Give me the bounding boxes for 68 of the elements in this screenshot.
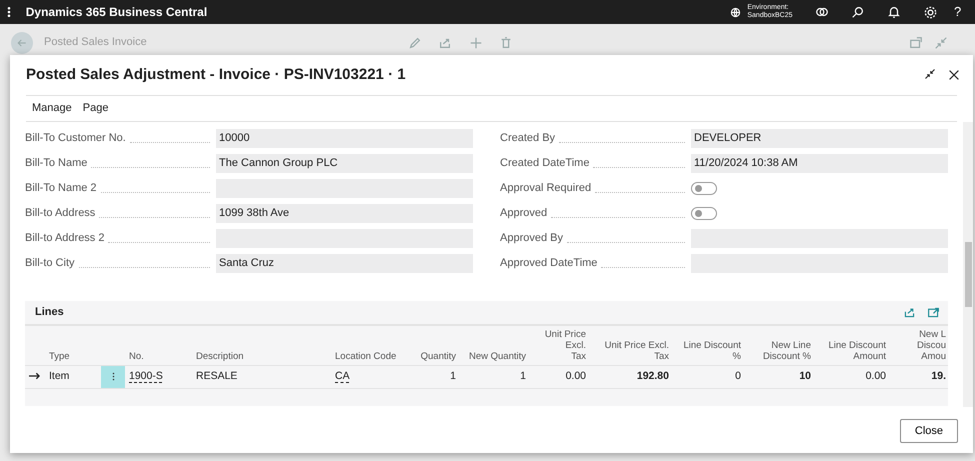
settings-icon[interactable]: [922, 4, 938, 20]
collapse-icon[interactable]: [924, 68, 936, 80]
section-title: Lines: [35, 305, 64, 320]
page-title: Posted Sales Invoice: [44, 35, 147, 50]
field-label: Approved: [500, 206, 548, 222]
field-label: Bill-To Name: [25, 156, 88, 172]
field-label: Bill-to Address: [25, 206, 96, 222]
table-cell-text: 0.00: [564, 369, 587, 384]
column-header[interactable]: Description: [192, 348, 331, 365]
open-new-window-icon[interactable]: [908, 36, 922, 50]
column-header[interactable]: Unit Price Excl. Tax: [530, 326, 590, 365]
close-button[interactable]: Close: [900, 418, 958, 444]
column-header[interactable]: Location Code: [331, 348, 410, 365]
bell-icon[interactable]: [886, 5, 901, 19]
column-header[interactable]: Quantity: [410, 348, 460, 365]
field-value[interactable]: 10000: [216, 129, 473, 148]
table-cell-text: 0: [734, 369, 742, 384]
back-button[interactable]: [11, 32, 33, 54]
field-value[interactable]: 1099 38th Ave: [216, 204, 473, 223]
more-icon: [112, 371, 114, 382]
menu-item[interactable]: Manage: [32, 100, 72, 117]
toggle-switch[interactable]: [691, 182, 717, 195]
menu-item[interactable]: Page: [82, 100, 108, 117]
edit-icon[interactable]: [408, 36, 422, 50]
globe-icon: [728, 6, 742, 18]
add-icon[interactable]: [468, 36, 483, 50]
field-label: Created By: [500, 131, 556, 146]
column-header[interactable]: New Line Discount %: [745, 337, 815, 365]
field-label: Bill-To Name 2: [25, 181, 97, 196]
expand-icon[interactable]: [927, 306, 940, 319]
column-header[interactable]: No.: [125, 348, 192, 365]
field-label: Bill-to City: [25, 256, 75, 272]
table-cell-text: RESALE: [195, 369, 238, 384]
column-header[interactable]: Unit Price Excl. Tax: [590, 337, 673, 365]
scrollbar[interactable]: [963, 122, 973, 407]
column-header[interactable]: Line Discount %: [673, 337, 745, 365]
field-label: Approved By: [500, 231, 563, 246]
dialog-title: Posted Sales Adjustment - Invoice · PS-INV103221 · 1: [26, 64, 406, 85]
table-cell-text: 0.00: [864, 369, 887, 384]
field-value[interactable]: 11/20/2024 10:38 AM: [691, 154, 948, 173]
share-icon[interactable]: [903, 306, 916, 319]
field-label: Approved DateTime: [500, 256, 598, 272]
field-value[interactable]: DEVELOPER: [691, 129, 948, 148]
app-title: Dynamics 365 Business Central: [26, 4, 208, 21]
search-icon[interactable]: [850, 5, 865, 19]
close-icon[interactable]: [947, 68, 961, 82]
row-menu-button[interactable]: [101, 366, 125, 388]
help-button[interactable]: ?: [954, 2, 962, 22]
column-header[interactable]: New Quantity: [460, 348, 530, 365]
table-cell-text: 19.: [930, 369, 947, 384]
toggle-switch[interactable]: [691, 207, 717, 220]
field-value[interactable]: The Cannon Group PLC: [216, 154, 473, 173]
field-label: Bill-to Address 2: [25, 231, 104, 246]
column-header[interactable]: New L Discou Amou: [890, 326, 948, 365]
table-cell[interactable]: CA: [331, 366, 410, 388]
table-cell[interactable]: 1900-S: [125, 366, 192, 388]
table-cell-text: Item: [48, 369, 70, 384]
table-cell-text: 192.80: [636, 369, 670, 384]
table-cell-text: 1: [449, 369, 457, 384]
field-label: Approval Required: [500, 181, 592, 196]
delete-icon[interactable]: [499, 36, 514, 50]
table-cell-text: 1: [519, 369, 527, 384]
column-header[interactable]: Line Discount Amount: [815, 337, 890, 365]
column-header[interactable]: Type: [45, 348, 101, 365]
field-label: Bill-To Customer No.: [25, 131, 126, 146]
table-cell-text: 10: [798, 369, 812, 384]
field-label: Created DateTime: [500, 156, 590, 172]
field-value[interactable]: Santa Cruz: [216, 254, 473, 273]
